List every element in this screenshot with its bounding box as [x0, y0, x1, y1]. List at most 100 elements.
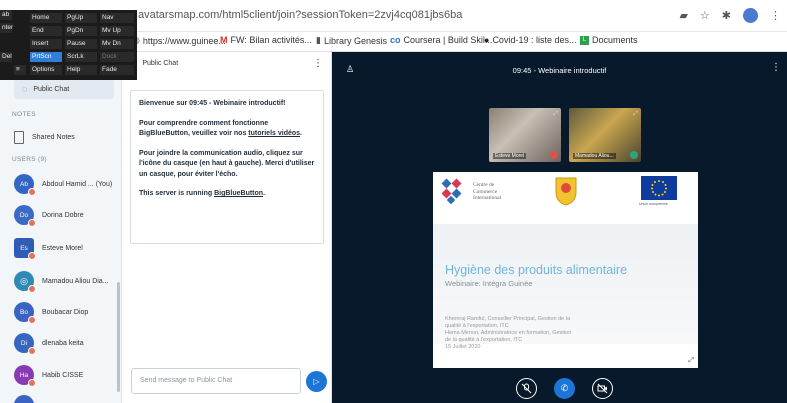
status-badge: [28, 252, 36, 260]
user-item[interactable]: Ab Abdoul Hamid ... (You): [14, 174, 112, 196]
audio-instructions: Pour joindre la communication audio, cli…: [139, 149, 315, 178]
send-arrow-icon: ▷: [313, 377, 320, 386]
muted-mic-icon: [550, 151, 558, 159]
shared-notes-item[interactable]: Shared Notes: [14, 131, 75, 144]
cast-icon[interactable]: ▰: [679, 9, 687, 23]
avatar: Di: [14, 333, 36, 355]
key-dock[interactable]: Dock: [100, 52, 134, 62]
tutorials-link[interactable]: tutoriels vidéos: [248, 130, 300, 137]
bookmark-documents[interactable]: L Documents: [580, 35, 638, 45]
camera-off-icon: [597, 383, 608, 394]
user-item[interactable]: Bo Boubacar Diop: [14, 302, 88, 324]
mute-microphone-button[interactable]: [516, 378, 537, 399]
avatar: [14, 395, 34, 403]
avatar: Ab: [14, 174, 36, 196]
webcam-tile[interactable]: ⤢ Mamadou Aliou...: [569, 108, 641, 162]
itc-name: Centre de Commerce International: [473, 182, 502, 201]
meeting-title: 09:45 - Webinaire introductif: [512, 66, 607, 75]
user-item[interactable]: ◎ Mamadou Aliou Dia...: [14, 271, 109, 293]
document-icon: [14, 131, 24, 144]
status-badge: [28, 285, 36, 293]
status-badge: [28, 379, 36, 387]
user-item[interactable]: Ha Habib CISSE: [14, 365, 83, 387]
welcome-message: Bienvenue sur 09:45 - Webinaire introduc…: [130, 90, 324, 244]
key-pgdn[interactable]: PgDn: [65, 26, 97, 36]
key-insert[interactable]: Insert: [30, 39, 62, 49]
webcam-tile[interactable]: ⤢ Esteve Morel: [489, 108, 561, 162]
key-scrlk[interactable]: ScrLk: [65, 52, 97, 62]
key-help[interactable]: Help: [65, 65, 97, 75]
mic-off-icon: [521, 383, 532, 394]
slide-presenters: Khemraj Ramful, Conseiller Principal, Ge…: [445, 316, 572, 350]
avatar: Bo: [14, 302, 36, 324]
key-nav[interactable]: Nav: [100, 13, 134, 23]
public-chat-item[interactable]: ◌ Public Chat: [14, 79, 114, 99]
main-options-icon[interactable]: ⋮: [771, 62, 781, 73]
chat-header[interactable]: ‹ Public Chat: [134, 60, 178, 67]
expand-icon[interactable]: ⤢: [553, 111, 558, 118]
expand-icon[interactable]: ⤢: [633, 111, 638, 118]
gmail-icon: M: [220, 35, 228, 45]
presentation-area: ♙ 09:45 - Webinaire introductif ⋮ ⤢ Este…: [332, 52, 787, 403]
key-mvdn[interactable]: Mv Dn: [100, 39, 134, 49]
chat-panel: ‹ Public Chat ⋮ Bienvenue sur 09:45 - We…: [122, 52, 332, 403]
user-item[interactable]: Es Esteve Morel: [14, 238, 83, 260]
avatar: Do: [14, 205, 36, 227]
send-message-button[interactable]: ▷: [306, 371, 327, 392]
browser-menu-icon[interactable]: ⋮: [770, 9, 781, 23]
chat-bubble-icon: ◌: [22, 84, 28, 94]
chat-options-icon[interactable]: ⋮: [313, 58, 323, 69]
profile-avatar-icon[interactable]: [743, 8, 758, 23]
fullscreen-icon[interactable]: ⤢: [688, 357, 694, 365]
extensions-icon[interactable]: ✱: [722, 9, 731, 23]
slide-logos: Centre de Commerce International Union e…: [433, 172, 698, 212]
bookmark-coursera[interactable]: co Coursera | Build Skil...: [390, 35, 492, 45]
slide-subtitle: Webinaire: Intégra Guinée: [445, 279, 533, 288]
status-badge: [28, 347, 36, 355]
slide-title: Hygiène des produits alimentaire: [445, 263, 628, 277]
library-icon: ▮: [316, 35, 321, 45]
user-item[interactable]: Di dlenaba keita: [14, 333, 84, 355]
key-prtscn[interactable]: PrtScn: [30, 52, 62, 62]
eu-caption: Union européenne: [639, 202, 668, 206]
user-list-scrollbar[interactable]: [117, 282, 120, 392]
key-pause[interactable]: Pause: [65, 39, 97, 49]
avatar: Es: [14, 238, 36, 260]
key-partial[interactable]: ab: [0, 10, 12, 20]
key-mvup[interactable]: Mv Up: [100, 26, 134, 36]
screen: avatarsmap.com/html5client/join?sessionT…: [0, 0, 787, 403]
key-options[interactable]: Options: [30, 65, 62, 75]
share-webcam-button[interactable]: [592, 378, 613, 399]
user-item[interactable]: [14, 395, 34, 403]
url-field[interactable]: avatarsmap.com/html5client/join?sessionT…: [138, 9, 462, 21]
bigbluebutton-link[interactable]: BigBlueButton: [214, 190, 263, 197]
headset-icon: ◎: [20, 275, 28, 286]
keyboard-menu-icon[interactable]: ≡: [14, 65, 26, 75]
phone-icon: ✆: [560, 383, 569, 393]
key-del[interactable]: Del: [0, 52, 12, 62]
on-screen-keyboard: ab nter Home PgUp Nav End PgDn Mv Up Ins…: [0, 10, 137, 80]
bookmark-guinee[interactable]: ◍ https://www.guinee...: [132, 35, 226, 46]
key-partial[interactable]: nter: [0, 23, 13, 33]
bookmark-library-genesis[interactable]: ▮ Library Genesis: [316, 35, 387, 46]
bookmark-gmail[interactable]: M FW: Bilan activités...: [220, 35, 312, 45]
key-home[interactable]: Home: [30, 13, 62, 23]
bookmark-star-icon[interactable]: ☆: [700, 9, 710, 23]
welcome-heading: Bienvenue sur 09:45 - Webinaire introduc…: [139, 100, 286, 107]
key-pgup[interactable]: PgUp: [65, 13, 97, 23]
users-section-label: USERS (9): [12, 156, 47, 163]
headset-icon: [630, 151, 638, 159]
key-fade[interactable]: Fade: [100, 65, 134, 75]
avatar: ◎: [14, 271, 36, 293]
leave-audio-button[interactable]: ✆: [554, 378, 575, 399]
documents-icon: L: [580, 35, 589, 45]
key-end[interactable]: End: [30, 26, 62, 36]
status-badge: [28, 219, 36, 227]
chat-message-input[interactable]: Send message to Public Chat: [131, 368, 301, 394]
presentation-slide[interactable]: Centre de Commerce International Union e…: [433, 172, 698, 368]
guinea-emblem-icon: [555, 177, 577, 206]
user-item[interactable]: Do Dorina Dobre: [14, 205, 84, 227]
bookmark-covid[interactable]: ● Covid-19 : liste des...: [484, 35, 576, 45]
user-list-panel: ◌ Public Chat NOTES Shared Notes USERS (…: [0, 52, 122, 403]
status-badge: [28, 188, 36, 196]
